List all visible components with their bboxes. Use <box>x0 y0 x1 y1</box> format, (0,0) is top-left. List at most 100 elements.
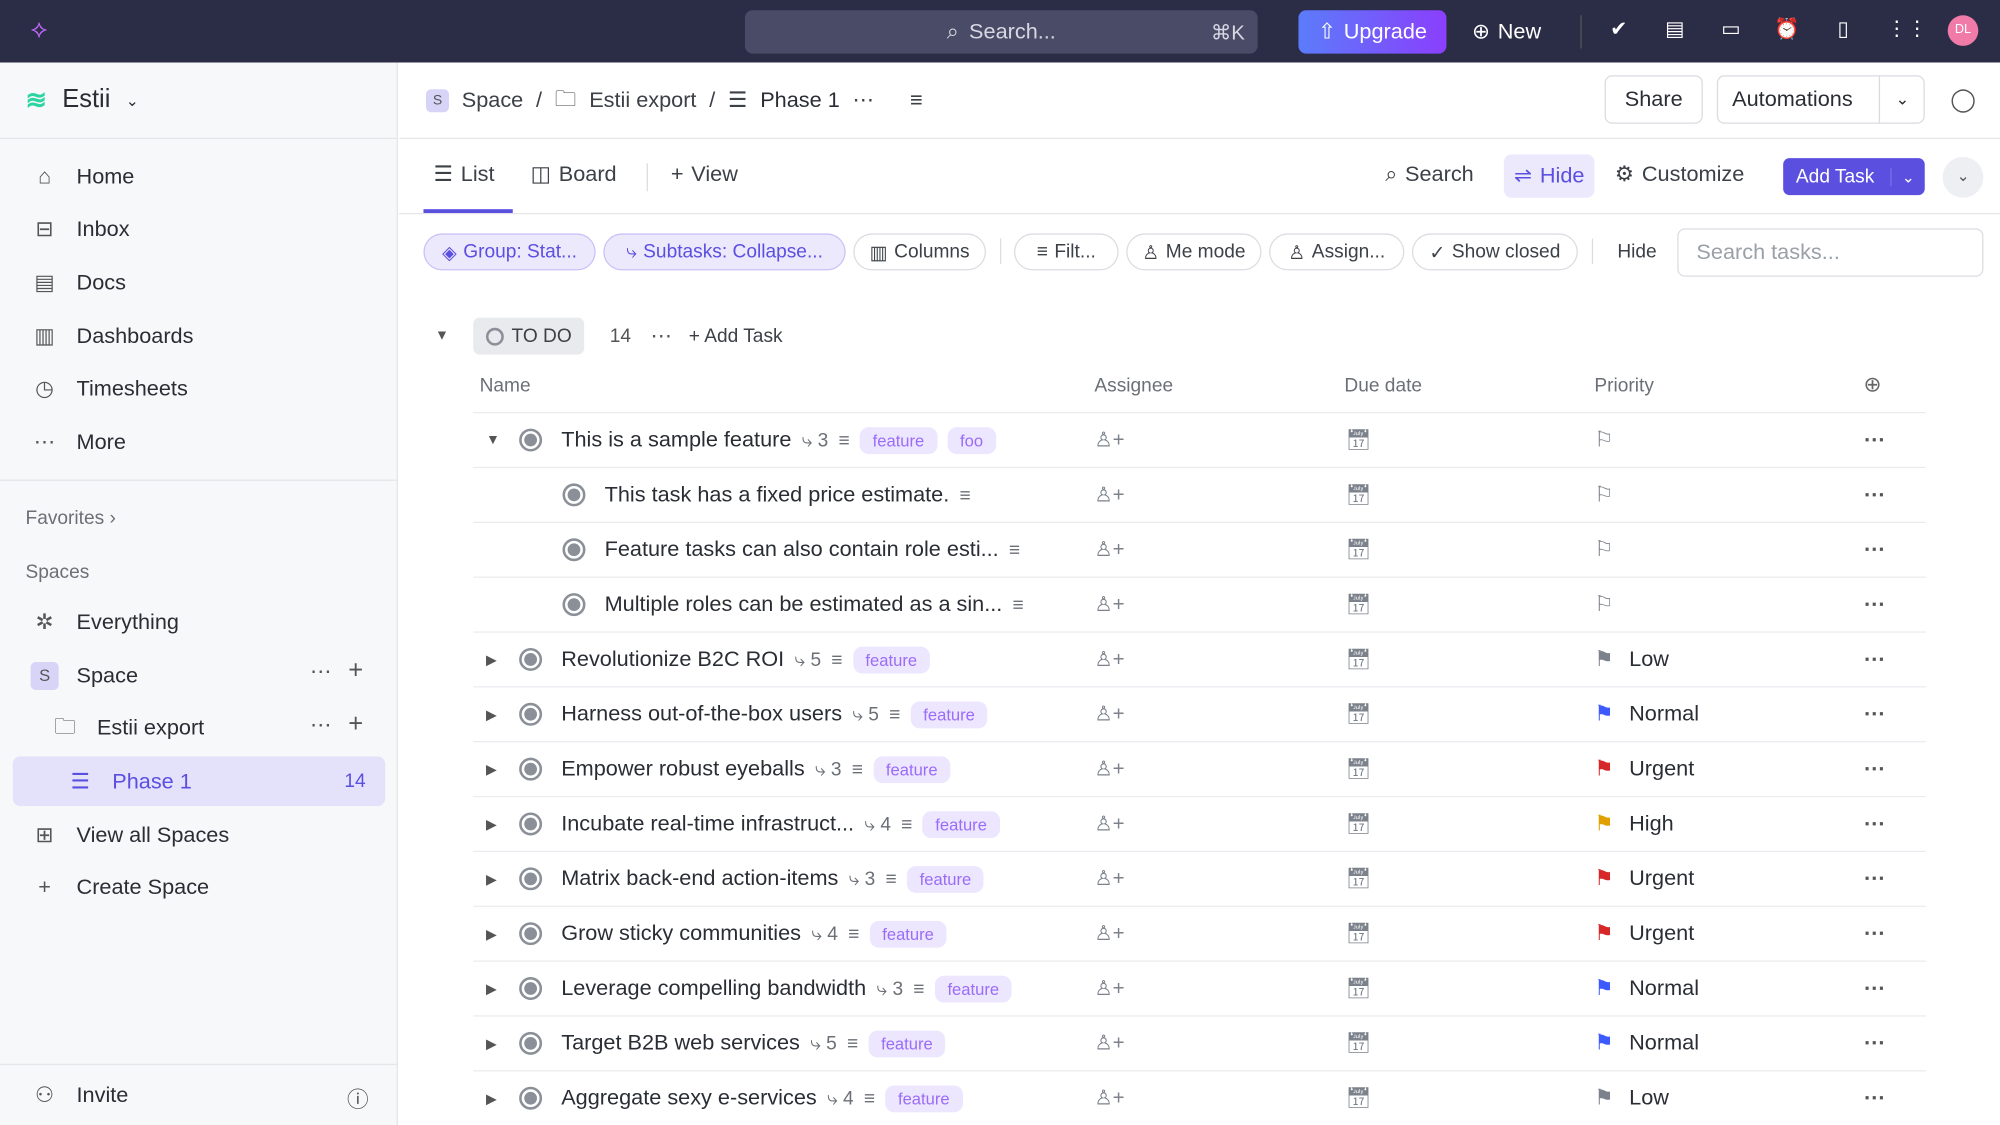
avatar[interactable]: DL <box>1947 15 1979 46</box>
document-icon[interactable]: ▯ <box>1830 18 1856 44</box>
task-name[interactable]: This task has a fixed price estimate. <box>605 482 950 508</box>
task-name[interactable]: Multiple roles can be estimated as a sin… <box>605 592 1003 618</box>
subtask-count[interactable]: ⤷ 4 <box>811 923 838 945</box>
task-name[interactable]: Grow sticky communities <box>561 921 801 947</box>
hide-button[interactable]: ⇌ Hide <box>1503 154 1595 198</box>
task-row[interactable]: ▶ Revolutionize B2C ROI ⤷ 5 ≡ feature ♙+ 📅︎ ⚑ Lo… <box>473 631 1927 686</box>
priority-cell[interactable]: ⚐ <box>1594 592 1613 618</box>
breadcrumb-space[interactable]: Space <box>462 88 523 114</box>
invite-button[interactable]: ⚇ Invite <box>31 1077 128 1115</box>
chevron-down-icon[interactable]: ⌄ <box>1890 167 1924 186</box>
assign-user-icon[interactable]: ♙+ <box>1094 921 1124 947</box>
priority-cell[interactable]: ⚑ Low <box>1594 1085 1669 1111</box>
column-header-assignee[interactable]: Assignee <box>1094 375 1173 397</box>
more-dots-icon[interactable]: ⋯ <box>1864 921 1887 947</box>
task-search-input[interactable]: Search tasks... <box>1677 228 1984 277</box>
expand-icon[interactable]: ▶ <box>486 1090 497 1106</box>
sidebar-item-view-all-spaces[interactable]: ⊞ View all Spaces <box>31 816 230 854</box>
sidebar-item-everything[interactable]: ✲ Everything <box>31 603 179 641</box>
column-header-name[interactable]: Name <box>480 375 531 397</box>
share-button[interactable]: Share <box>1604 75 1703 124</box>
more-dots-icon[interactable]: ⋯ <box>853 88 875 114</box>
calendar-add-icon[interactable]: 📅︎ <box>1346 647 1372 673</box>
workspace-switcher[interactable]: ≋ Estii ⌄ <box>26 84 139 116</box>
assign-user-icon[interactable]: ♙+ <box>1094 866 1124 892</box>
collapse-group-icon[interactable]: ▼ <box>435 328 449 343</box>
calendar-add-icon[interactable]: 📅︎ <box>1346 756 1372 782</box>
description-icon[interactable]: ≡ <box>910 88 923 114</box>
expand-icon[interactable]: ▶ <box>486 706 497 722</box>
tag[interactable]: feature <box>906 865 985 893</box>
status-icon[interactable] <box>562 538 586 562</box>
apps-grid-icon[interactable]: ⋮⋮ <box>1886 18 1927 44</box>
task-row[interactable]: ▶ Empower robust eyeballs ⤷ 3 ≡ feature ♙+ 📅︎ ⚑… <box>473 741 1927 796</box>
subtask-count[interactable]: ⤷ 3 <box>802 429 829 451</box>
more-dots-icon[interactable]: ⋯ <box>1864 811 1887 837</box>
calendar-add-icon[interactable]: 📅︎ <box>1346 1031 1372 1057</box>
phase-1-link[interactable]: ☰ Phase 1 <box>66 763 192 801</box>
clickup-logo[interactable]: ⟡ <box>31 15 48 44</box>
columns-chip[interactable]: ▥ Columns <box>853 233 986 271</box>
expand-icon[interactable]: ▶ <box>486 871 497 887</box>
sidebar-item-home[interactable]: ⌂ Home <box>31 158 134 196</box>
column-header-due-date[interactable]: Due date <box>1344 375 1422 397</box>
task-name[interactable]: Empower robust eyeballs <box>561 756 804 782</box>
priority-cell[interactable]: ⚑ Low <box>1594 647 1669 673</box>
chevron-down-icon[interactable]: ⌄ <box>1878 76 1925 123</box>
tag[interactable]: feature <box>859 426 938 454</box>
more-dots-icon[interactable]: ⋯ <box>310 713 332 739</box>
automations-button[interactable]: Automations ⌄ <box>1716 75 1925 124</box>
help-icon[interactable]: ⓘ <box>347 1082 369 1114</box>
assign-user-icon[interactable]: ♙+ <box>1094 592 1124 618</box>
search-button[interactable]: ⌕ Search <box>1385 162 1474 188</box>
task-row[interactable]: ▶ Incubate real-time infrastruct... ⤷ 4 ≡ fe… <box>473 795 1927 851</box>
priority-cell[interactable]: ⚑ Normal <box>1594 976 1699 1002</box>
filter-chip[interactable]: ≡ Filt... <box>1014 233 1119 271</box>
task-row[interactable]: Feature tasks can also contain role esti… <box>473 521 1927 577</box>
subtask-count[interactable]: ⤷ 5 <box>794 649 821 671</box>
task-row[interactable]: ▶ Matrix back-end action-items ⤷ 3 ≡ feature… <box>473 850 1927 906</box>
tag[interactable]: foo <box>947 426 996 454</box>
tag[interactable]: feature <box>934 975 1012 1002</box>
task-row[interactable]: This task has a fixed price estimate. ≡ ♙+… <box>473 466 1927 522</box>
task-name[interactable]: Leverage compelling bandwidth <box>561 976 866 1002</box>
alarm-icon[interactable]: ⏰ <box>1774 18 1800 44</box>
add-view-button[interactable]: + View <box>671 162 738 188</box>
calendar-add-icon[interactable]: 📅︎ <box>1346 921 1372 947</box>
more-dots-icon[interactable]: ⋯ <box>1864 866 1887 892</box>
calendar-add-icon[interactable]: 📅︎ <box>1346 592 1372 618</box>
status-icon[interactable] <box>519 1086 543 1110</box>
priority-cell[interactable]: ⚐ <box>1594 482 1613 508</box>
tab-board[interactable]: ◫ Board <box>531 162 617 188</box>
assign-user-icon[interactable]: ♙+ <box>1094 482 1124 508</box>
assign-user-icon[interactable]: ♙+ <box>1094 976 1124 1002</box>
collapse-toggle[interactable]: ⌄ <box>1942 156 1984 198</box>
status-icon[interactable] <box>519 428 543 452</box>
priority-cell[interactable]: ⚑ High <box>1594 811 1673 837</box>
subtasks-chip[interactable]: ⤷ Subtasks: Collapse... <box>603 233 846 271</box>
sidebar-item-timesheets[interactable]: ◷ Timesheets <box>31 370 188 408</box>
priority-cell[interactable]: ⚑ Urgent <box>1594 921 1694 947</box>
expand-icon[interactable]: ▶ <box>486 1035 497 1051</box>
more-dots-icon[interactable]: ⋯ <box>1864 756 1887 782</box>
status-icon[interactable] <box>519 977 543 1000</box>
task-row[interactable]: ▶ Aggregate sexy e-services ⤷ 4 ≡ feature ♙+ 📅… <box>473 1070 1927 1125</box>
tag[interactable]: feature <box>852 646 930 673</box>
status-icon[interactable] <box>519 1031 543 1055</box>
assign-user-icon[interactable]: ♙+ <box>1094 1031 1124 1057</box>
subtask-count[interactable]: ⤷ 5 <box>852 703 879 725</box>
breadcrumb-list[interactable]: Phase 1 <box>760 88 840 114</box>
priority-cell[interactable]: ⚐ <box>1594 537 1613 563</box>
favorites-header[interactable]: Favorites › <box>26 508 116 530</box>
expand-icon[interactable]: ▶ <box>486 651 497 667</box>
more-dots-icon[interactable]: ⋯ <box>310 659 332 685</box>
tag[interactable]: feature <box>910 700 988 728</box>
status-icon[interactable] <box>519 922 543 946</box>
priority-cell[interactable]: ⚑ Urgent <box>1594 866 1694 892</box>
group-by-chip[interactable]: ◈ Group: Stat... <box>423 233 596 271</box>
tag[interactable]: feature <box>868 1029 946 1057</box>
task-row[interactable]: ▼ This is a sample feature ⤷ 3 ≡ feature foo ♙… <box>473 411 1927 467</box>
show-closed-chip[interactable]: ✓ Show closed <box>1411 233 1578 271</box>
sidebar-item-more[interactable]: ⋯ More <box>31 423 126 461</box>
tag[interactable]: feature <box>869 920 947 948</box>
